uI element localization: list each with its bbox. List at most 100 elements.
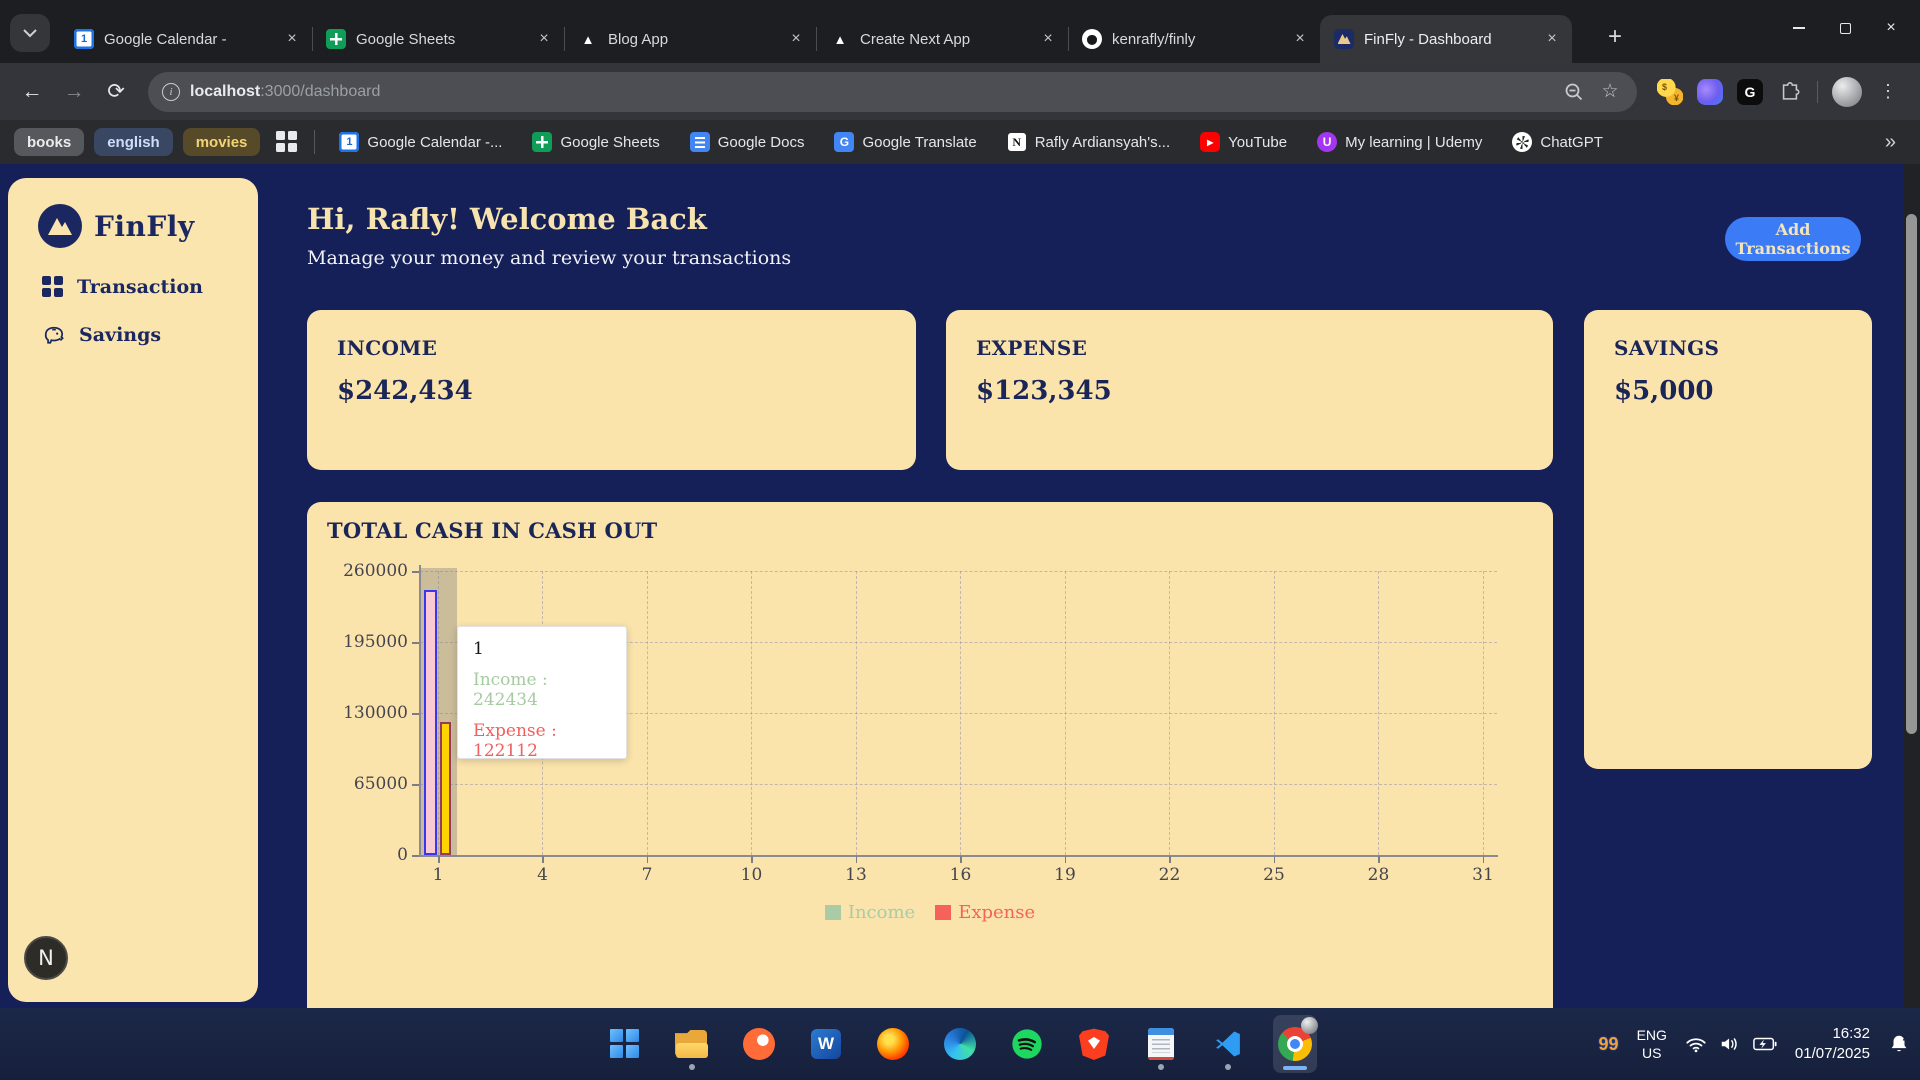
tab-group-chip[interactable]: books <box>14 128 84 156</box>
tab-list: 1 Google Calendar - × Google Sheets × ▲ … <box>60 14 1572 63</box>
tab-title: Google Sheets <box>356 31 524 48</box>
url-text: localhost:3000/dashboard <box>190 83 380 101</box>
url-host: localhost <box>190 83 260 100</box>
expense-swatch-icon <box>935 905 951 920</box>
tab-search-button[interactable] <box>10 14 50 52</box>
savings-card-label: SAVINGS <box>1614 336 1842 360</box>
language-switcher[interactable]: ENG US <box>1637 1026 1667 1062</box>
bookmark-item[interactable]: Google Sheets <box>524 126 667 158</box>
minimize-icon <box>1793 27 1805 29</box>
taskbar-brave[interactable] <box>1072 1015 1116 1073</box>
taskbar-word[interactable]: W <box>804 1015 848 1073</box>
bookmark-item[interactable]: Google Docs <box>682 126 813 158</box>
finfly-icon <box>1334 29 1354 49</box>
income-card-value: $242,434 <box>337 376 886 406</box>
reload-button[interactable]: ⟳ <box>98 74 134 110</box>
y-tick-label: 195000 <box>312 632 408 652</box>
tab-title: kenrafly/finly <box>1112 31 1280 48</box>
y-tick <box>412 642 419 644</box>
grammarly-extension-icon[interactable]: G <box>1737 79 1763 105</box>
new-tab-button[interactable]: + <box>1598 20 1632 54</box>
browser-tab[interactable]: kenrafly/finly × <box>1068 15 1320 63</box>
brain-extension-icon[interactable] <box>1697 79 1723 105</box>
address-bar[interactable]: i localhost:3000/dashboard ☆ <box>148 72 1637 112</box>
browser-tab[interactable]: ▲ Blog App × <box>564 15 816 63</box>
browser-tab[interactable]: Google Sheets × <box>312 15 564 63</box>
y-tick <box>412 713 419 715</box>
bookmarks-overflow-icon[interactable]: » <box>1875 131 1906 154</box>
windows-taskbar: W 99 E <box>0 1008 1920 1080</box>
nextjs-dev-badge[interactable]: N <box>24 936 68 980</box>
tray-date: 01/07/2025 <box>1795 1044 1870 1064</box>
tab-group-chip[interactable]: movies <box>183 128 261 156</box>
taskbar-spotify[interactable] <box>1005 1015 1049 1073</box>
taskbar-file-explorer[interactable] <box>670 1015 714 1073</box>
bookmark-label: Google Translate <box>862 134 976 151</box>
clock[interactable]: 16:32 01/07/2025 <box>1795 1024 1870 1065</box>
page-scrollbar[interactable] <box>1903 164 1920 1008</box>
y-tick <box>412 784 419 786</box>
profile-avatar[interactable] <box>1832 77 1862 107</box>
y-tick <box>412 571 419 573</box>
bookmark-item[interactable]: ▶ YouTube <box>1192 126 1295 158</box>
taskbar-firefox[interactable] <box>871 1015 915 1073</box>
page-title: Hi, Rafly! Welcome Back <box>307 202 707 236</box>
url-path: :3000/dashboard <box>260 83 380 100</box>
x-tick-label: 31 <box>1461 865 1505 885</box>
bookmark-item[interactable]: U My learning | Udemy <box>1309 126 1490 158</box>
taskbar-edge[interactable] <box>938 1015 982 1073</box>
window-maximize-button[interactable] <box>1822 10 1868 46</box>
bookmark-item[interactable]: ChatGPT <box>1504 126 1611 158</box>
taskbar-postman[interactable] <box>737 1015 781 1073</box>
bookmark-item[interactable]: 1 Google Calendar -... <box>331 126 510 158</box>
browser-tab[interactable]: ▲ Create Next App × <box>816 15 1068 63</box>
browser-tab[interactable]: FinFly - Dashboard × <box>1320 15 1572 63</box>
window-minimize-button[interactable] <box>1776 10 1822 46</box>
taskbar-vscode[interactable] <box>1206 1015 1250 1073</box>
brand[interactable]: FinFly <box>8 178 258 248</box>
window-close-button[interactable]: × <box>1868 10 1914 46</box>
tray-badge[interactable]: 99 <box>1599 1034 1619 1055</box>
google-translate-icon: G <box>834 132 854 152</box>
bookmark-item[interactable]: G Google Translate <box>826 126 984 158</box>
x-tick <box>438 856 440 863</box>
browser-menu-icon[interactable]: ⋮ <box>1876 81 1900 102</box>
sidebar-nav: Transaction Savings <box>8 270 258 352</box>
scrollbar-thumb[interactable] <box>1906 214 1917 734</box>
sidebar-item-label: Savings <box>79 324 161 346</box>
gridline <box>1483 571 1484 855</box>
tab-close-icon[interactable]: × <box>1542 29 1562 49</box>
tab-close-icon[interactable]: × <box>282 29 302 49</box>
tab-close-icon[interactable]: × <box>1290 29 1310 49</box>
add-transactions-button[interactable]: Add Transactions <box>1725 217 1861 261</box>
zoom-indicator-icon[interactable] <box>1561 82 1587 102</box>
extensions-puzzle-icon[interactable] <box>1777 79 1803 105</box>
forward-button[interactable]: → <box>56 74 92 110</box>
browser-tab[interactable]: 1 Google Calendar - × <box>60 15 312 63</box>
gridline <box>647 571 648 855</box>
taskbar-notepad[interactable] <box>1139 1015 1183 1073</box>
back-button[interactable]: ← <box>14 74 50 110</box>
google-sheets-icon <box>326 29 346 49</box>
tab-close-icon[interactable]: × <box>786 29 806 49</box>
currency-extension-icon[interactable]: $¥ <box>1657 79 1683 105</box>
file-explorer-icon <box>675 1030 709 1058</box>
bookmark-item[interactable]: N Rafly Ardiansyah's... <box>999 126 1178 158</box>
taskbar-chrome[interactable] <box>1273 1015 1317 1073</box>
site-info-icon[interactable]: i <box>162 83 180 101</box>
piggy-bank-icon <box>42 325 66 345</box>
tab-close-icon[interactable]: × <box>534 29 554 49</box>
bookmarks-bar: books english movies 1 Google Calendar -..… <box>0 120 1920 164</box>
bookmark-star-icon[interactable]: ☆ <box>1597 80 1623 103</box>
income-card: INCOME $242,434 <box>307 310 916 470</box>
sidebar-item-savings[interactable]: Savings <box>8 318 258 352</box>
taskbar-start[interactable] <box>603 1015 647 1073</box>
notification-bell-icon[interactable]: z <box>1888 1033 1910 1055</box>
sidebar-item-transaction[interactable]: Transaction <box>8 270 258 304</box>
tab-close-icon[interactable]: × <box>1038 29 1058 49</box>
cashflow-chart-card: TOTAL CASH IN CASH OUT 1 Income : 242434… <box>307 502 1553 1062</box>
notepad-icon <box>1148 1028 1174 1060</box>
tab-groups-icon[interactable] <box>276 131 298 153</box>
tray-status-icons[interactable] <box>1685 1035 1777 1053</box>
tab-group-chip[interactable]: english <box>94 128 173 156</box>
